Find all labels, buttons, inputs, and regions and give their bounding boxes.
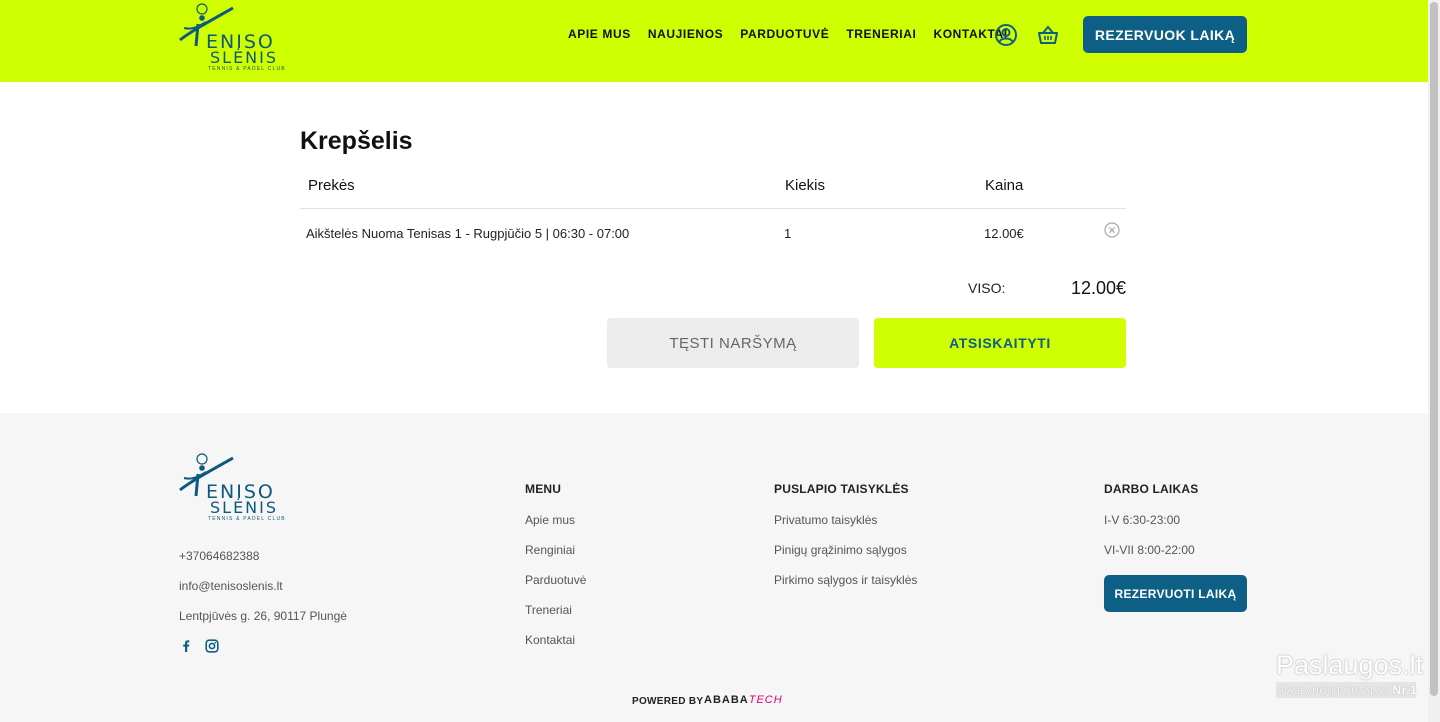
footer-link-privacy[interactable]: Privatumo taisyklės <box>774 513 877 527</box>
footer-link-shop[interactable]: Parduotuvė <box>525 573 586 587</box>
footer-email-link[interactable]: info@tenisoslenis.lt <box>179 579 283 593</box>
footer-menu-heading: MENU <box>525 482 562 496</box>
footer-rules-heading: PUSLAPIO TAISYKLĖS <box>774 482 909 496</box>
nav-coaches[interactable]: TRENERIAI <box>846 27 916 41</box>
nav-about[interactable]: APIE MUS <box>568 27 631 41</box>
cart-divider <box>300 208 1126 209</box>
instagram-icon[interactable] <box>205 639 219 653</box>
ababatech-logo[interactable]: ABABATECH <box>704 694 783 706</box>
footer-link-terms[interactable]: Pirkimo sąlygos ir taisyklės <box>774 573 917 587</box>
page: ENISO SLĖNIS TENNIS & PADEL CLUB APIE MU… <box>0 0 1440 722</box>
checkout-button[interactable]: ATSISKAITYTI <box>874 318 1126 368</box>
footer-hours-weekend: VI-VII 8:00-22:00 <box>1104 543 1195 557</box>
nav-shop[interactable]: PARDUOTUVĖ <box>740 27 829 41</box>
close-circle-icon[interactable] <box>1104 222 1120 238</box>
ababatech-logo-b: TECH <box>748 694 783 706</box>
watermark-subtitle: PASLAUGŲ PORTALAS <box>1281 686 1390 696</box>
logo-tagline: TENNIS & PADEL CLUB <box>208 516 286 522</box>
watermark-rank: Nr.1 <box>1392 683 1418 697</box>
footer-link-about[interactable]: Apie mus <box>525 513 575 527</box>
footer-phone-link[interactable]: +37064682388 <box>179 549 259 563</box>
nav-news[interactable]: NAUJIENOS <box>648 27 723 41</box>
footer-hours-heading: DARBO LAIKAS <box>1104 482 1199 496</box>
logo-tagline: TENNIS & PADEL CLUB <box>208 66 286 72</box>
footer-reserve-button[interactable]: REZERVUOTI LAIKĄ <box>1104 575 1247 612</box>
basket-icon[interactable] <box>1036 23 1060 47</box>
cart-title: Krepšelis <box>300 127 413 155</box>
cart-row-item: Aikštelės Nuoma Tenisas 1 - Rugpjūčio 5 … <box>306 226 630 241</box>
powered-by-label: POWERED BY <box>632 696 704 707</box>
paslaugos-watermark: Paslaugos.lt PASLAUGŲ PORTALAS Nr.1 <box>1276 650 1423 700</box>
reserve-time-button[interactable]: REZERVUOK LAIKĄ <box>1083 16 1247 53</box>
cart-row-price: 12.00€ <box>984 226 1024 241</box>
cart-row-qty: 1 <box>784 226 792 241</box>
footer-link-coaches[interactable]: Treneriai <box>525 603 572 617</box>
scrollbar-thumb[interactable] <box>1430 2 1438 696</box>
footer-address: Lentpjūvės g. 26, 90117 Plungė <box>179 609 347 623</box>
footer-link-contacts[interactable]: Kontaktai <box>525 633 575 647</box>
footer-link-refund[interactable]: Pinigų grąžinimo sąlygos <box>774 543 907 557</box>
footer-hours-weekdays: I-V 6:30-23:00 <box>1104 513 1181 527</box>
total-label: VISO: <box>968 280 1006 296</box>
column-header-item: Prekės <box>308 177 355 194</box>
column-header-price: Kaina <box>985 177 1024 194</box>
logo-text-bottom: SLĖNIS <box>210 48 279 67</box>
footer-link-events[interactable]: Renginiai <box>525 543 575 557</box>
facebook-icon[interactable] <box>179 639 193 653</box>
user-circle-icon[interactable] <box>994 23 1018 47</box>
column-header-qty: Kiekis <box>785 177 826 194</box>
header-logo[interactable]: ENISO SLĖNIS TENNIS & PADEL CLUB <box>178 0 288 76</box>
logo-text-bottom: SLĖNIS <box>210 498 279 517</box>
ababatech-logo-a: ABABA <box>704 694 749 706</box>
continue-browsing-button[interactable]: TĘSTI NARŠYMĄ <box>607 318 859 368</box>
total-value: 12.00€ <box>1071 278 1127 298</box>
main-nav: APIE MUS NAUJIENOS PARDUOTUVĖ TRENERIAI … <box>568 27 1008 41</box>
footer-logo[interactable]: ENISO SLĖNIS TENNIS & PADEL CLUB <box>178 450 288 526</box>
watermark-title: Paslaugos.lt <box>1276 650 1424 680</box>
watermark-subtitle-bar: PASLAUGŲ PORTALAS Nr.1 <box>1276 682 1418 698</box>
